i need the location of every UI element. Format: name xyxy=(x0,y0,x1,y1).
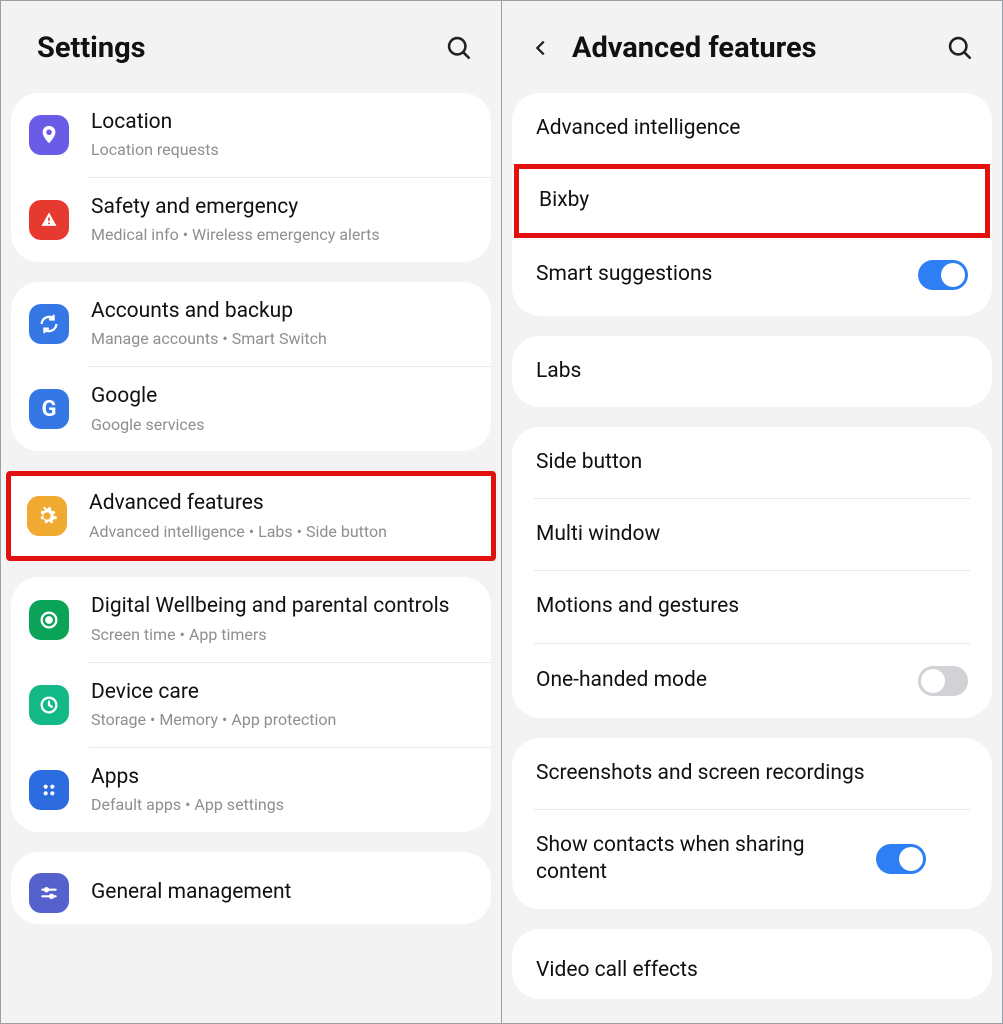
location-icon xyxy=(29,115,69,155)
search-icon[interactable] xyxy=(445,34,473,62)
item-label: Video call effects xyxy=(536,957,968,984)
item-motions-gestures[interactable]: Motions and gestures xyxy=(512,571,992,642)
item-multi-window[interactable]: Multi window xyxy=(512,499,992,570)
item-subtitle: Screen time • App timers xyxy=(91,625,473,646)
item-title: Apps xyxy=(91,764,473,791)
item-label: Smart suggestions xyxy=(536,261,918,288)
settings-card: Digital Wellbeing and parental controls … xyxy=(11,577,491,831)
item-label: Multi window xyxy=(536,521,968,548)
item-title: Device care xyxy=(91,679,473,706)
item-smart-suggestions[interactable]: Smart suggestions xyxy=(512,238,992,312)
item-title: Safety and emergency xyxy=(91,194,473,221)
item-label: Show contacts when sharing content xyxy=(536,832,876,887)
advanced-card: Side button Multi window Motions and ges… xyxy=(512,427,992,718)
settings-card: Accounts and backup Manage accounts • Sm… xyxy=(11,282,491,451)
sync-icon xyxy=(29,304,69,344)
item-subtitle: Medical info • Wireless emergency alerts xyxy=(91,225,473,246)
item-label: Side button xyxy=(536,449,968,476)
item-label: Screenshots and screen recordings xyxy=(536,760,968,787)
back-button[interactable] xyxy=(530,37,552,59)
settings-item-device-care[interactable]: Device care Storage • Memory • App prote… xyxy=(11,663,491,747)
search-icon[interactable] xyxy=(946,34,974,62)
settings-item-apps[interactable]: Apps Default apps • App settings xyxy=(11,748,491,832)
item-label: Labs xyxy=(536,358,968,385)
item-screenshots[interactable]: Screenshots and screen recordings xyxy=(512,738,992,809)
wellbeing-icon xyxy=(29,600,69,640)
settings-card: Location Location requests Safety and em… xyxy=(11,93,491,262)
settings-item-accounts[interactable]: Accounts and backup Manage accounts • Sm… xyxy=(11,282,491,366)
item-subtitle: Location requests xyxy=(91,140,473,161)
item-label: Bixby xyxy=(539,187,965,214)
page-title: Advanced features xyxy=(572,31,946,65)
smart-suggestions-toggle[interactable] xyxy=(918,260,968,290)
settings-item-wellbeing[interactable]: Digital Wellbeing and parental controls … xyxy=(11,577,491,661)
one-handed-mode-toggle[interactable] xyxy=(918,666,968,696)
settings-item-general-management[interactable]: General management xyxy=(11,852,491,924)
item-subtitle: Google services xyxy=(91,415,473,436)
settings-item-location[interactable]: Location Location requests xyxy=(11,93,491,177)
advanced-features-header: Advanced features xyxy=(502,1,1002,93)
emergency-icon xyxy=(29,200,69,240)
show-contacts-toggle[interactable] xyxy=(876,844,926,874)
advanced-card: Screenshots and screen recordings Show c… xyxy=(512,738,992,909)
item-subtitle: Default apps • App settings xyxy=(91,795,473,816)
item-labs[interactable]: Labs xyxy=(512,336,992,407)
settings-pane: Settings Location Location requests xyxy=(1,1,502,1023)
advanced-card: Video call effects xyxy=(512,929,992,999)
item-bixby-highlighted[interactable]: Bixby xyxy=(514,164,990,237)
item-title: Location xyxy=(91,109,473,136)
item-side-button[interactable]: Side button xyxy=(512,427,992,498)
advanced-card: Labs xyxy=(512,336,992,407)
item-subtitle: Manage accounts • Smart Switch xyxy=(91,329,473,350)
google-icon: G xyxy=(29,389,69,429)
item-label: Motions and gestures xyxy=(536,593,968,620)
advanced-features-pane: Advanced features Advanced intelligence … xyxy=(502,1,1002,1023)
settings-item-advanced-features-highlighted[interactable]: Advanced features Advanced intelligence … xyxy=(6,471,496,561)
item-title: Accounts and backup xyxy=(91,298,473,325)
item-video-call-effects[interactable]: Video call effects xyxy=(512,929,992,999)
gear-icon xyxy=(27,496,67,536)
sliders-icon xyxy=(29,873,69,913)
settings-item-safety[interactable]: Safety and emergency Medical info • Wire… xyxy=(11,178,491,262)
item-advanced-intelligence[interactable]: Advanced intelligence xyxy=(512,93,992,164)
device-care-icon xyxy=(29,685,69,725)
item-one-handed-mode[interactable]: One-handed mode xyxy=(512,644,992,718)
settings-card: General management xyxy=(11,852,491,924)
item-title: Google xyxy=(91,383,473,410)
apps-icon xyxy=(29,770,69,810)
item-show-contacts[interactable]: Show contacts when sharing content xyxy=(512,810,992,909)
item-title: General management xyxy=(91,879,473,906)
settings-header: Settings xyxy=(1,1,501,93)
item-title: Digital Wellbeing and parental controls xyxy=(91,593,473,620)
item-title: Advanced features xyxy=(89,490,475,517)
advanced-card: Advanced intelligence Bixby Smart sugges… xyxy=(512,93,992,316)
item-label: Advanced intelligence xyxy=(536,115,968,142)
item-subtitle: Advanced intelligence • Labs • Side butt… xyxy=(89,522,475,543)
page-title: Settings xyxy=(37,31,445,65)
item-subtitle: Storage • Memory • App protection xyxy=(91,710,473,731)
settings-item-google[interactable]: G Google Google services xyxy=(11,367,491,451)
item-label: One-handed mode xyxy=(536,667,918,694)
